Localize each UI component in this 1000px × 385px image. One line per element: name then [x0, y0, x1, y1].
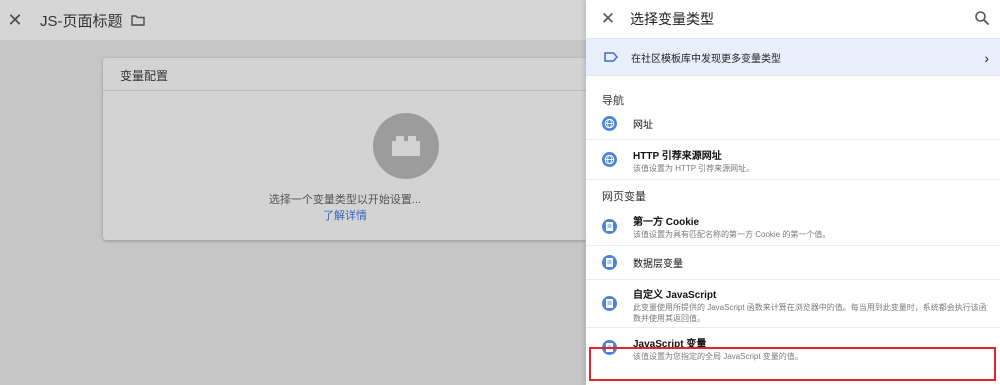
- variable-type-url[interactable]: 网址: [586, 108, 1000, 140]
- document-icon: [602, 340, 617, 355]
- variable-type-first-party-cookie[interactable]: 第一方 Cookie 该值设置为具有匹配名称的第一方 Cookie 的第一个值。: [586, 208, 1000, 246]
- card-divider: [103, 90, 587, 91]
- discover-text: 在社区模板库中发现更多变量类型: [631, 53, 781, 65]
- item-desc: 该值设置为您指定的全局 JavaScript 变量的值。: [633, 352, 803, 361]
- discover-community-templates[interactable]: 在社区模板库中发现更多变量类型 ›: [586, 38, 1000, 76]
- panel-title: 选择变量类型: [630, 11, 714, 27]
- learn-more-link[interactable]: 了解详情: [103, 207, 587, 223]
- variable-type-panel: ✕ 选择变量类型 在社区模板库中发现更多变量类型 › 导航 网址 HTTP 引荐…: [586, 0, 1000, 385]
- config-card-title: 变量配置: [120, 69, 169, 83]
- globe-icon: [602, 152, 617, 167]
- variable-type-http-referrer[interactable]: HTTP 引荐来源网址 该值设置为 HTTP 引荐来源网址。: [586, 140, 1000, 180]
- item-title: 网址: [633, 120, 653, 131]
- variable-type-javascript-variable[interactable]: JavaScript 变量 该值设置为您指定的全局 JavaScript 变量的…: [586, 328, 1000, 364]
- variable-type-data-layer[interactable]: 数据层变量: [586, 246, 1000, 280]
- variable-config-card[interactable]: 变量配置 选择一个变量类型以开始设置... 了解详情: [103, 58, 587, 240]
- item-title: HTTP 引荐来源网址: [633, 151, 722, 162]
- item-title: 数据层变量: [633, 259, 683, 270]
- globe-icon: [602, 116, 617, 131]
- placeholder-text: 选择一个变量类型以开始设置...: [268, 194, 422, 206]
- panel-header: ✕ 选择变量类型: [586, 0, 1000, 38]
- editor-close-icon[interactable]: ✕: [0, 0, 30, 40]
- item-desc: 该值设置为具有匹配名称的第一方 Cookie 的第一个值。: [633, 230, 831, 239]
- item-title: JavaScript 变量: [633, 339, 707, 350]
- editor-title[interactable]: JS-页面标题: [40, 10, 123, 31]
- search-icon[interactable]: [974, 10, 990, 26]
- editor-topbar: ✕ JS-页面标题: [0, 0, 586, 40]
- variable-type-custom-javascript[interactable]: 自定义 JavaScript 此变量使用所提供的 JavaScript 函数来计…: [586, 280, 1000, 328]
- close-icon[interactable]: ✕: [586, 0, 630, 38]
- folder-icon[interactable]: [130, 14, 145, 26]
- document-icon: [602, 219, 617, 234]
- document-icon: [602, 255, 617, 270]
- tag-icon: [604, 52, 618, 62]
- item-desc: 该值设置为 HTTP 引荐来源网址。: [633, 164, 755, 173]
- lego-brick-icon[interactable]: [373, 113, 439, 179]
- item-title: 自定义 JavaScript: [633, 290, 717, 301]
- document-icon: [602, 296, 617, 311]
- chevron-right-icon: ›: [984, 50, 989, 66]
- section-navigation-label: 导航: [602, 95, 624, 107]
- item-desc: 此变量使用所提供的 JavaScript 函数来计算在浏览器中的值。每当用到此变…: [633, 303, 987, 323]
- section-web-variables-label: 网页变量: [602, 191, 646, 203]
- item-title: 第一方 Cookie: [633, 217, 700, 228]
